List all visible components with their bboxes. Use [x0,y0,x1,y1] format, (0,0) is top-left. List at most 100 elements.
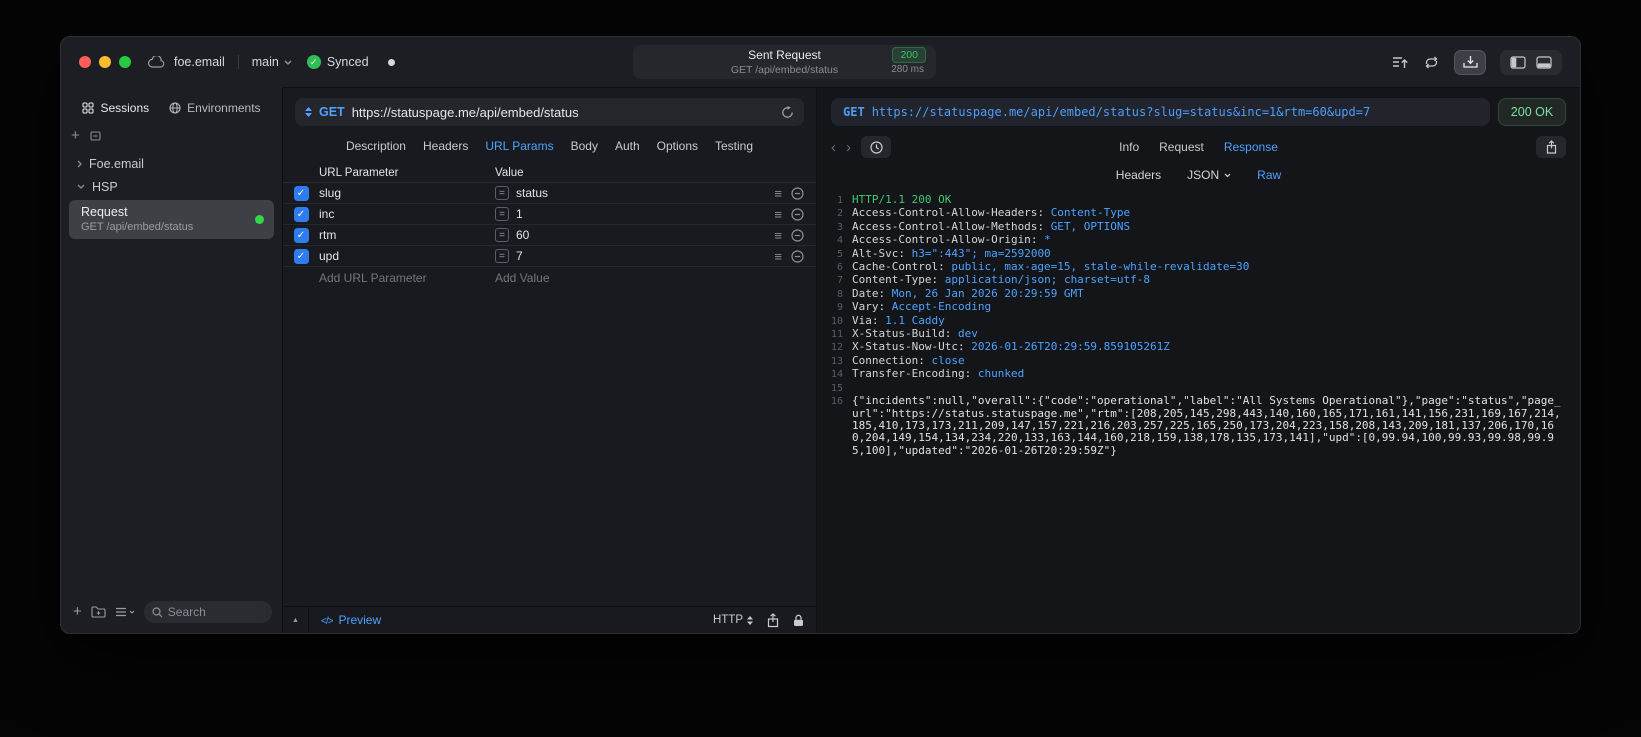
tree-item-request-selected[interactable]: Request GET /api/embed/status [69,200,274,239]
param-name[interactable]: upd [319,249,495,263]
subtab-raw[interactable]: Raw [1257,168,1281,182]
minimize-window-button[interactable] [99,56,111,68]
tree-item-foe-email[interactable]: Foe.email [61,152,282,175]
response-line: 5Alt-Svch3=":443"; ma=2592000 [825,247,1566,261]
response-line: 11X-Status-Builddev [825,327,1566,341]
back-icon[interactable]: ‹ [831,140,836,155]
tab-environments[interactable]: Environments [169,101,261,115]
toggle-sidebar-icon[interactable] [1510,55,1526,69]
chevron-down-icon [284,60,292,65]
request-item-title: Request [81,205,128,219]
param-value[interactable]: 60 [516,228,529,242]
param-checkbox[interactable] [293,248,309,264]
import-icon[interactable] [1392,55,1409,69]
drag-handle-icon[interactable] [774,207,782,222]
toggle-bottom-panel-icon[interactable] [1536,55,1552,69]
request-item-subtitle: GET /api/embed/status [81,221,194,233]
http-exchange-icon[interactable] [1454,49,1486,75]
param-value[interactable]: status [516,186,548,200]
sidebar-footer [61,595,282,633]
param-name[interactable]: rtm [319,228,495,242]
tab-auth[interactable]: Auth [615,139,640,153]
tab-description[interactable]: Description [346,139,406,153]
protocol-label: HTTP [712,614,743,626]
table-row: slug status [283,183,816,204]
response-line: 14Transfer-Encodingchunked [825,367,1566,381]
subtab-json[interactable]: JSON [1187,168,1231,182]
param-checkbox[interactable] [293,227,309,243]
request-method[interactable]: GET [319,105,345,119]
remove-row-icon[interactable] [791,207,804,221]
drag-handle-icon[interactable] [774,249,782,264]
response-raw-view[interactable]: 1 HTTP/1.1 200 OK 2 Access-Control-Allow-H… [817,188,1580,633]
share-icon[interactable] [767,612,779,628]
preview-label: Preview [338,613,382,627]
response-nav: ‹ › Info Request Response [831,134,1566,160]
forward-icon[interactable]: › [846,140,851,155]
search-input[interactable] [167,605,264,619]
sync-status[interactable]: Synced [306,55,369,69]
disclosure-right-icon [77,160,82,168]
tree-label: Foe.email [89,156,144,171]
tab-request[interactable]: Request [1159,140,1204,154]
param-name[interactable]: inc [319,207,495,221]
add-url-parameter-field[interactable]: Add URL Parameter [319,271,495,285]
remove-row-icon[interactable] [791,228,804,242]
param-name[interactable]: slug [319,186,495,200]
close-window-button[interactable] [79,56,91,68]
method-stepper-icon[interactable] [305,107,312,117]
lock-icon[interactable] [793,614,804,627]
request-duration: 280 ms [891,64,924,75]
share-response-icon[interactable] [1536,136,1566,158]
branch-selector[interactable]: main [252,55,292,69]
response-line: 3Access-Control-Allow-MethodsGET, OPTION… [825,220,1566,234]
collapse-all-icon[interactable] [90,130,101,141]
sync-loop-icon[interactable] [1423,56,1440,69]
add-request-icon[interactable] [73,603,82,621]
search-box[interactable] [143,601,272,623]
tab-options[interactable]: Options [657,139,698,153]
response-url-bar[interactable]: GET https://statuspage.me/api/embed/stat… [831,98,1490,126]
table-header: URL Parameter Value [283,163,816,183]
param-value[interactable]: 7 [516,249,523,263]
remove-row-icon[interactable] [791,249,804,263]
request-url-bar[interactable]: GET https://statuspage.me/api/embed/stat… [295,98,804,126]
add-item-icon[interactable] [71,127,80,144]
tab-info[interactable]: Info [1119,140,1139,154]
history-clock-icon[interactable] [861,136,891,158]
tab-sessions[interactable]: Sessions [82,101,149,115]
tab-response[interactable]: Response [1224,140,1278,154]
tab-testing[interactable]: Testing [715,139,753,153]
param-checkbox[interactable] [293,185,309,201]
preview-button[interactable]: Preview [321,613,381,627]
subtab-headers[interactable]: Headers [1116,168,1161,182]
view-options-icon[interactable] [115,607,135,617]
code-icon [321,613,332,627]
environments-globe-icon [169,102,181,114]
json-label: JSON [1187,168,1220,182]
tree-item-hsp[interactable]: HSP [61,175,282,198]
table-row: inc 1 [283,204,816,225]
param-value[interactable]: 1 [516,207,523,221]
drag-handle-icon[interactable] [774,186,782,201]
protocol-select[interactable]: HTTP [713,614,753,626]
remove-row-icon[interactable] [791,186,804,200]
disclosure-down-icon [77,184,85,189]
tab-body[interactable]: Body [571,139,598,153]
request-tabs: Description Headers URL Params Body Auth… [283,130,816,161]
new-folder-icon[interactable] [91,606,106,618]
add-value-field[interactable]: Add Value [495,271,764,285]
project-name[interactable]: foe.email [174,55,225,69]
zoom-window-button[interactable] [119,56,131,68]
request-url[interactable]: https://statuspage.me/api/embed/status [352,105,774,120]
expand-drawer-icon[interactable] [283,607,309,633]
response-line: 6Cache-Controlpublic, max-age=15, stale-… [825,260,1566,274]
response-line: 8DateMon, 26 Jan 2026 20:29:59 GMT [825,287,1566,301]
param-checkbox[interactable] [293,206,309,222]
drag-handle-icon[interactable] [774,228,782,243]
sent-request-pill[interactable]: Sent Request 200 GET /api/embed/status 2… [633,45,936,79]
traffic-lights [79,56,131,68]
tab-url-params[interactable]: URL Params [485,139,553,153]
refresh-icon[interactable] [781,105,794,119]
tab-headers[interactable]: Headers [423,139,468,153]
